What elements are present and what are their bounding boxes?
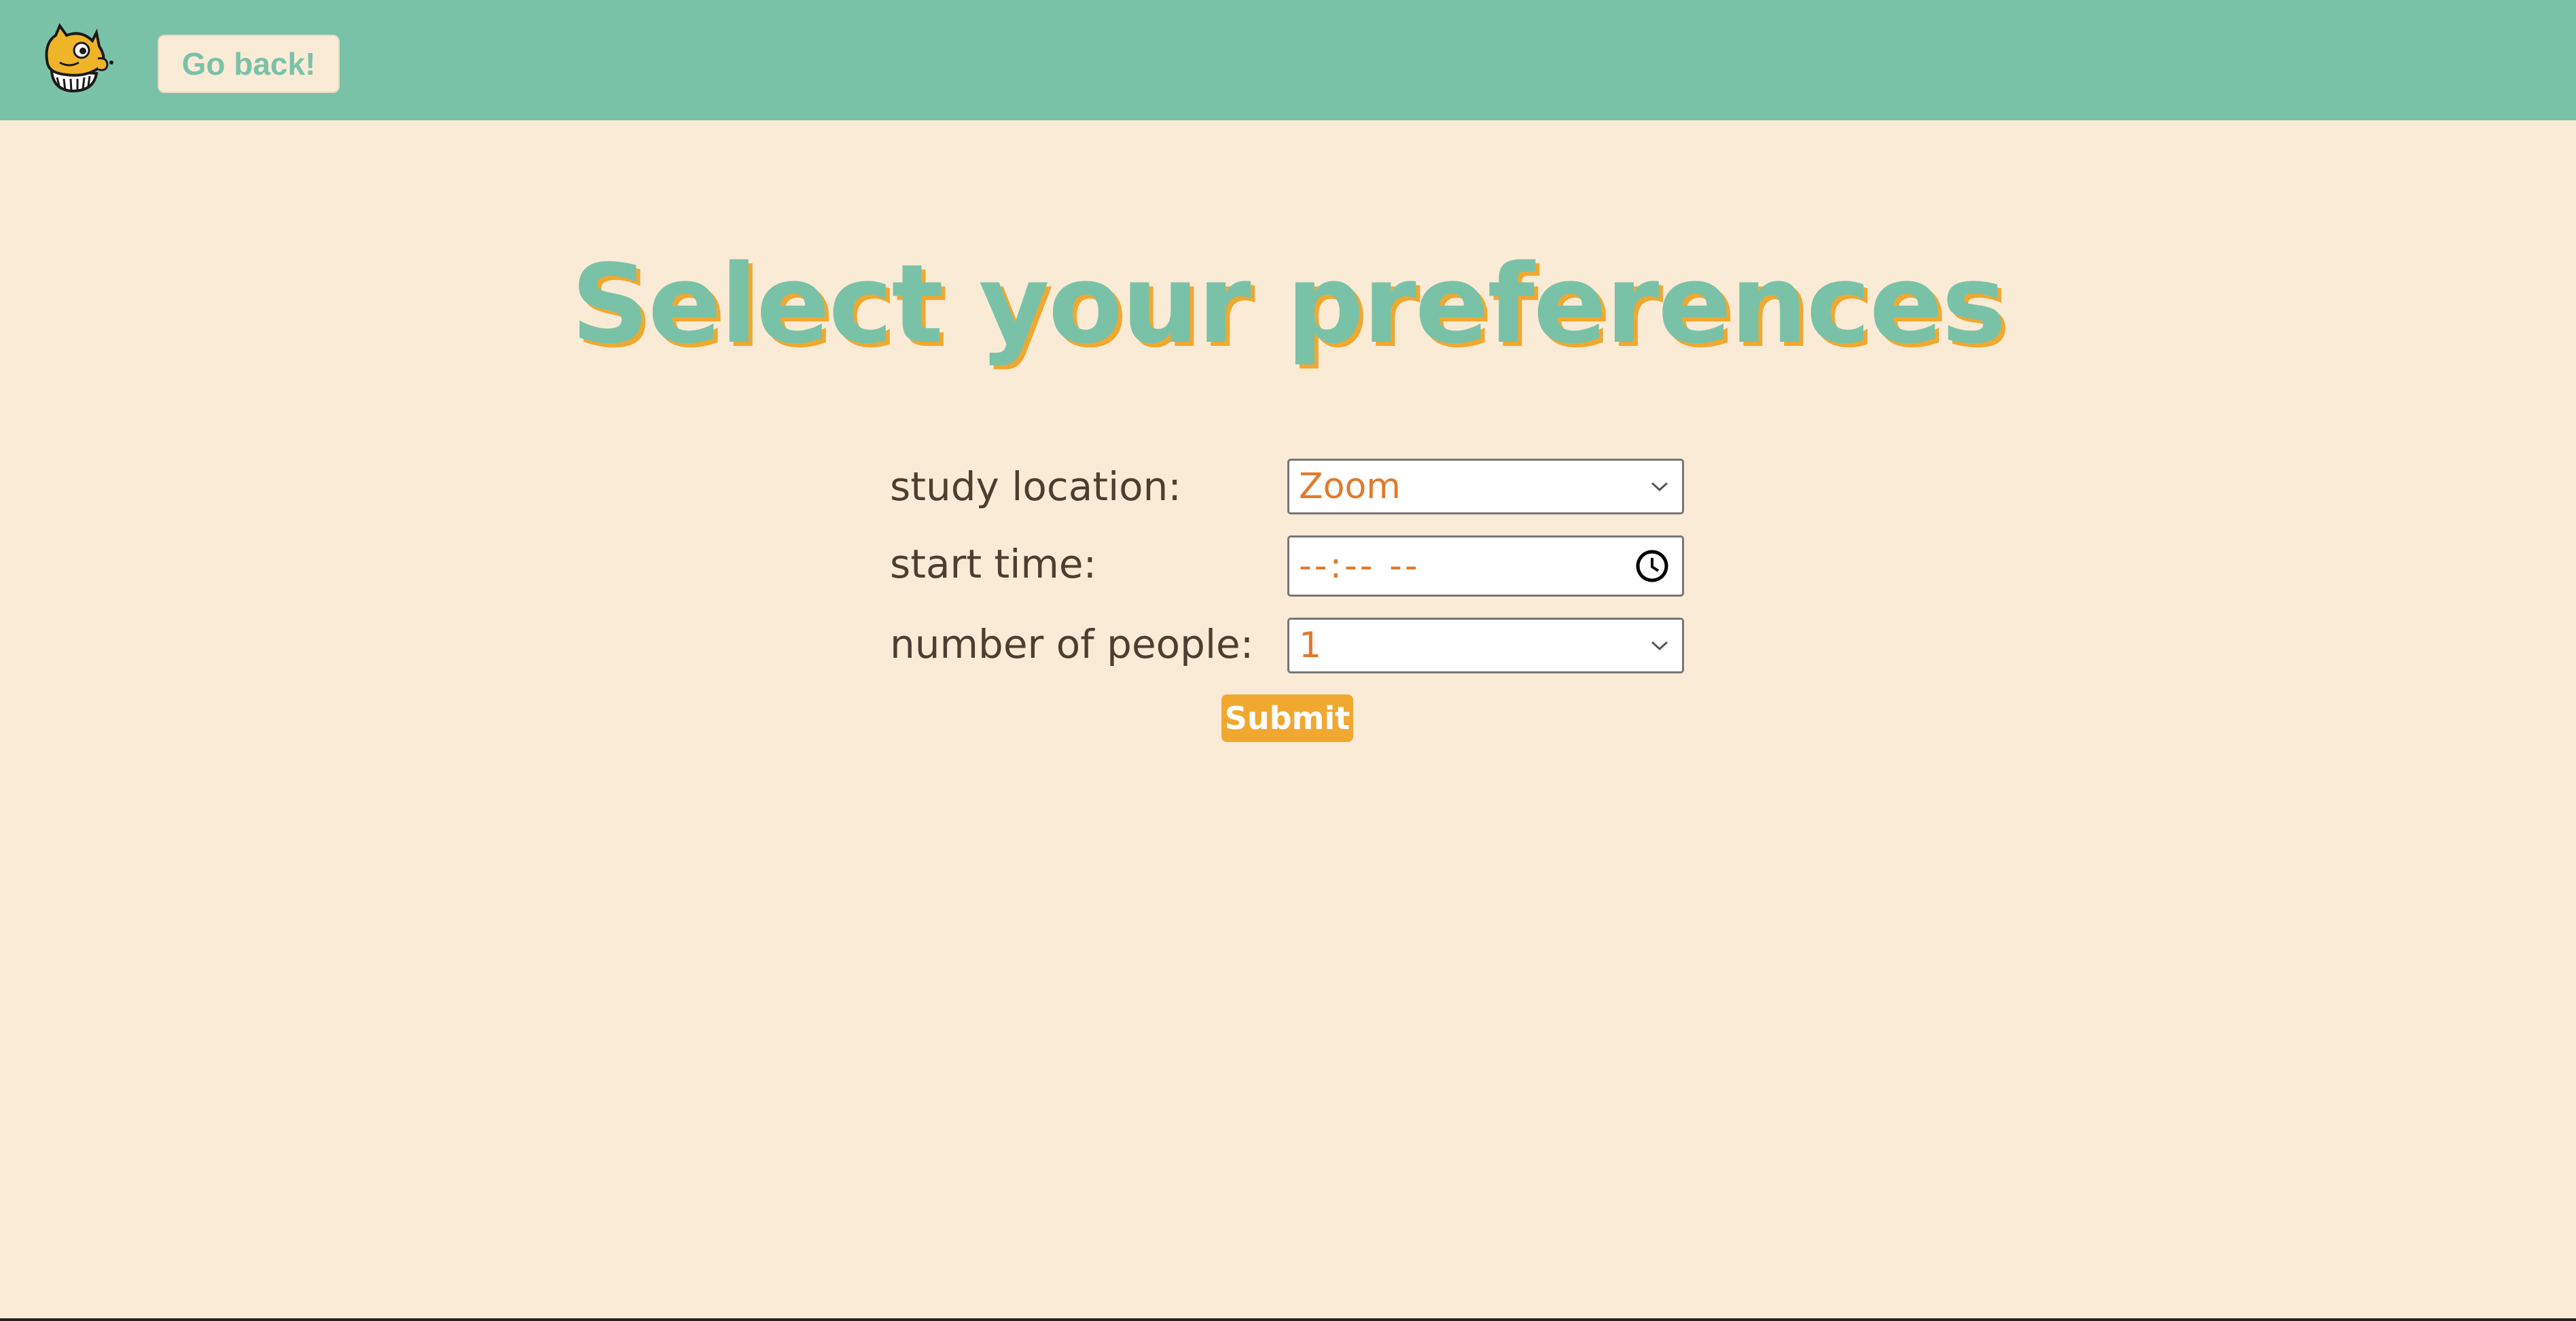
bottom-divider (0, 1318, 2576, 1321)
number-of-people-label: number of people: (890, 621, 1254, 667)
study-location-label: study location: (890, 463, 1181, 510)
start-time-input[interactable]: --:-- -- (1287, 535, 1684, 597)
chevron-down-icon (1651, 482, 1668, 492)
study-location-select[interactable]: Zoom (1287, 459, 1684, 514)
submit-button[interactable]: Submit (1221, 694, 1353, 742)
study-location-value: Zoom (1299, 466, 1401, 507)
chevron-down-icon (1651, 641, 1668, 651)
clock-icon[interactable] (1634, 548, 1670, 584)
start-time-label: start time: (890, 541, 1097, 587)
go-back-button[interactable]: Go back! (158, 35, 340, 93)
mascot-logo-icon[interactable] (39, 22, 115, 94)
page-title: Select your preferences (571, 241, 2007, 368)
number-of-people-select[interactable]: 1 (1287, 618, 1684, 673)
number-of-people-value: 1 (1299, 625, 1322, 666)
top-nav-bar: Go back! (0, 0, 2576, 120)
start-time-placeholder: --:-- -- (1299, 546, 1420, 586)
